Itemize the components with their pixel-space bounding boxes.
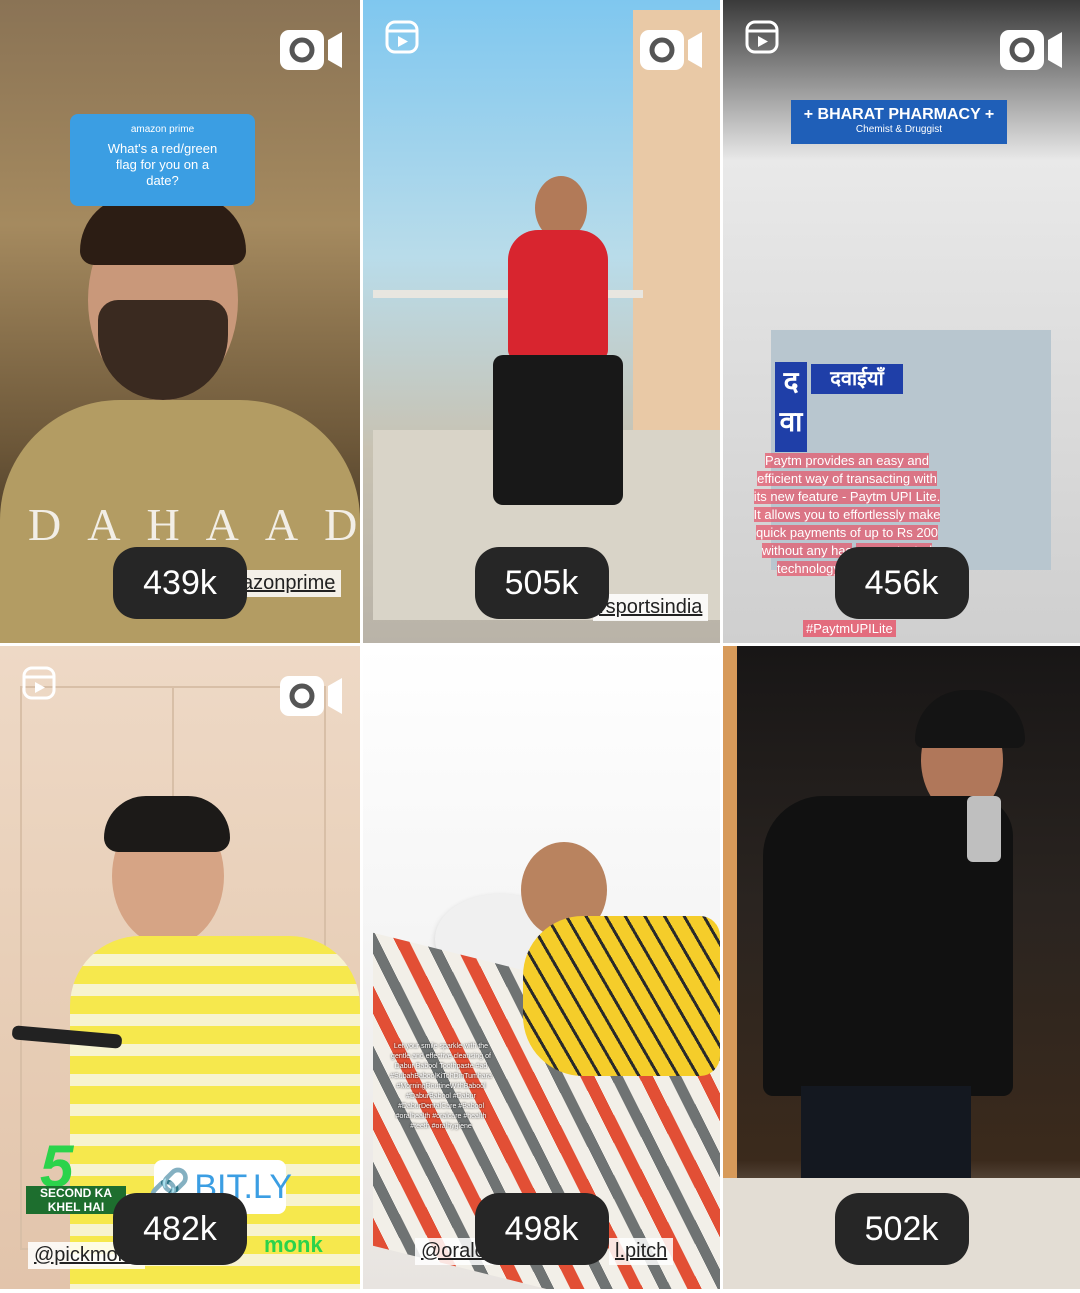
reel-tile-5[interactable]: Let your smile sparkle with the gentle a…	[363, 646, 720, 1289]
reel-tile-3[interactable]: + BHARAT PHARMACY + Chemist & Druggist द…	[723, 0, 1080, 643]
brand-logo: monk	[264, 1232, 323, 1257]
view-count: 502k	[834, 1193, 969, 1265]
view-count: 456k	[834, 547, 969, 619]
logo-text: SECOND KA KHEL HAI	[26, 1186, 126, 1214]
view-count: 439k	[113, 547, 247, 619]
shop-sign-left: द वा	[775, 362, 807, 452]
phone	[967, 796, 1001, 862]
sticker-brand: amazon prime	[130, 124, 195, 135]
person-pants	[493, 355, 623, 505]
reels-icon	[385, 20, 419, 54]
sign-title: + BHARAT PHARMACY +	[803, 106, 995, 123]
view-count: 498k	[474, 1193, 609, 1265]
question-sticker: amazon prime What's a red/green flag for…	[70, 114, 255, 206]
reels-icon	[745, 20, 779, 54]
hashtag[interactable]: #PaytmUPILite	[803, 620, 896, 637]
person-shirt	[508, 230, 608, 360]
reel-tile-2[interactable]: rsportsindia 505k	[363, 0, 720, 643]
mention-tag[interactable]: rsportsindia	[593, 594, 709, 621]
caption-overlay: Let your smile sparkle with the gentle a…	[390, 1043, 492, 1130]
reel-tile-4[interactable]: 5 SECOND KA KHEL HAI 🔗 BIT.LY @pickmonk …	[0, 646, 360, 1289]
video-camera-icon	[1000, 30, 1062, 70]
video-camera-icon	[640, 30, 702, 70]
mention-tag-right[interactable]: l.pitch	[609, 1238, 674, 1265]
video-camera-icon	[280, 30, 342, 70]
title-overlay: DAHAAD	[28, 499, 360, 550]
sign-subtitle: Chemist & Druggist	[855, 124, 943, 135]
reel-tile-6[interactable]: 502k	[723, 646, 1080, 1289]
mention-tag[interactable]: azonprime	[236, 570, 342, 597]
person-shirt	[523, 916, 720, 1076]
view-count: 482k	[113, 1193, 247, 1265]
reel-tile-1[interactable]: amazon prime What's a red/green flag for…	[0, 0, 360, 643]
reels-grid: amazon prime What's a red/green flag for…	[0, 0, 1080, 1293]
video-camera-icon	[280, 676, 342, 716]
reels-icon	[22, 666, 56, 700]
shop-sign: दवाईयाँ	[811, 364, 903, 394]
view-count: 505k	[474, 547, 609, 619]
pharmacy-sign: + BHARAT PHARMACY + Chemist & Druggist	[791, 100, 1007, 144]
sticker-question: What's a red/green flag for you on a dat…	[107, 141, 218, 188]
person-hair	[104, 796, 230, 852]
